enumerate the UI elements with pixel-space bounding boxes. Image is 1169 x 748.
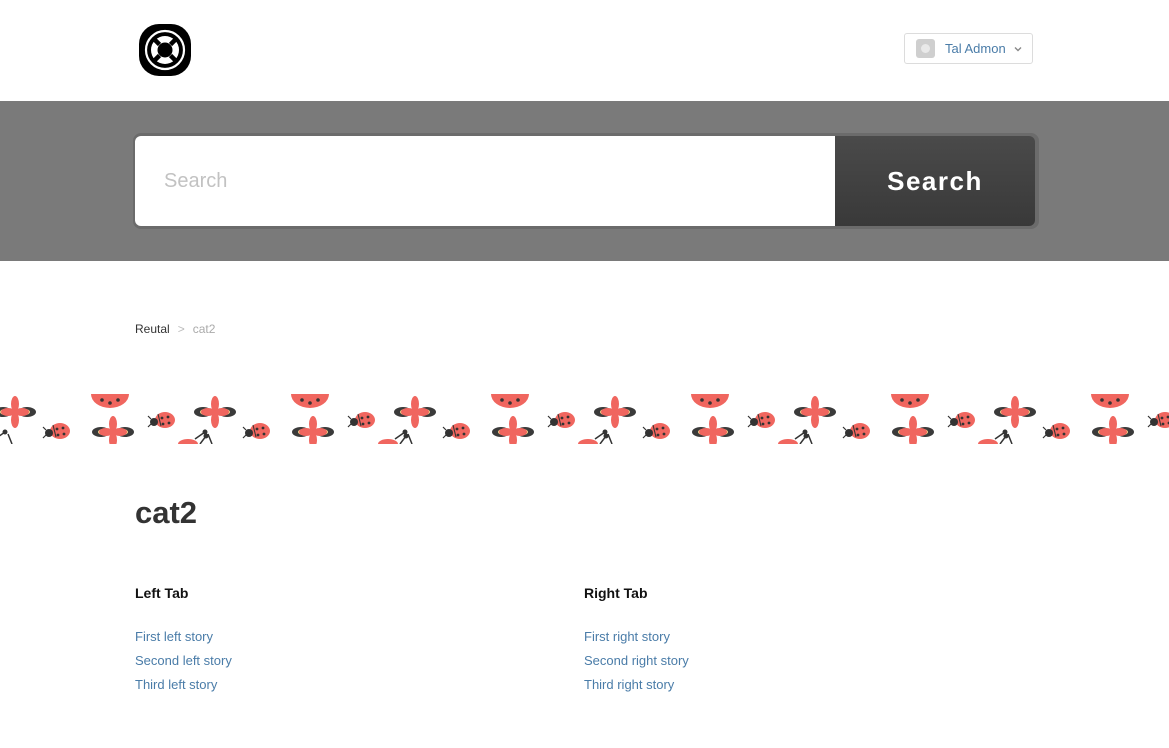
story-link[interactable]: First right story: [584, 629, 670, 644]
story-link[interactable]: Third right story: [584, 677, 674, 692]
story-link[interactable]: Third left story: [135, 677, 217, 692]
list-item: Third left story: [135, 673, 535, 697]
story-link[interactable]: Second left story: [135, 653, 232, 668]
search-button[interactable]: Search: [835, 136, 1035, 226]
user-name: Tal Admon: [945, 41, 1006, 56]
left-tab-section: Left Tab First left story Second left st…: [135, 585, 535, 697]
right-story-list: First right story Second right story Thi…: [584, 625, 984, 697]
ladybug-flower-pattern: [0, 394, 1169, 444]
story-link[interactable]: Second right story: [584, 653, 689, 668]
decorative-banner: [0, 394, 1169, 444]
search-input[interactable]: [135, 136, 835, 226]
banner-tiles: [0, 394, 1169, 444]
user-menu-button[interactable]: Tal Admon: [904, 33, 1033, 64]
list-item: Second left story: [135, 649, 535, 673]
right-tab-section: Right Tab First right story Second right…: [584, 585, 984, 697]
lifebuoy-icon[interactable]: [135, 20, 195, 80]
search-hero: Search: [0, 101, 1169, 261]
list-item: Second right story: [584, 649, 984, 673]
breadcrumb-separator: >: [177, 322, 185, 336]
left-story-list: First left story Second left story Third…: [135, 625, 535, 697]
breadcrumb: Reutal > cat2: [135, 322, 215, 336]
left-tab-heading[interactable]: Left Tab: [135, 585, 535, 601]
search-bar: Search: [133, 133, 1039, 229]
breadcrumb-current: cat2: [192, 322, 216, 336]
list-item: First right story: [584, 625, 984, 649]
site-header: Tal Admon: [0, 0, 1169, 101]
avatar-icon: [916, 39, 935, 58]
right-tab-heading[interactable]: Right Tab: [584, 585, 984, 601]
chevron-down-icon: [1014, 46, 1022, 51]
breadcrumb-link-home[interactable]: Reutal: [135, 322, 170, 336]
list-item: Third right story: [584, 673, 984, 697]
page-title: cat2: [135, 495, 198, 530]
list-item: First left story: [135, 625, 535, 649]
story-link[interactable]: First left story: [135, 629, 213, 644]
